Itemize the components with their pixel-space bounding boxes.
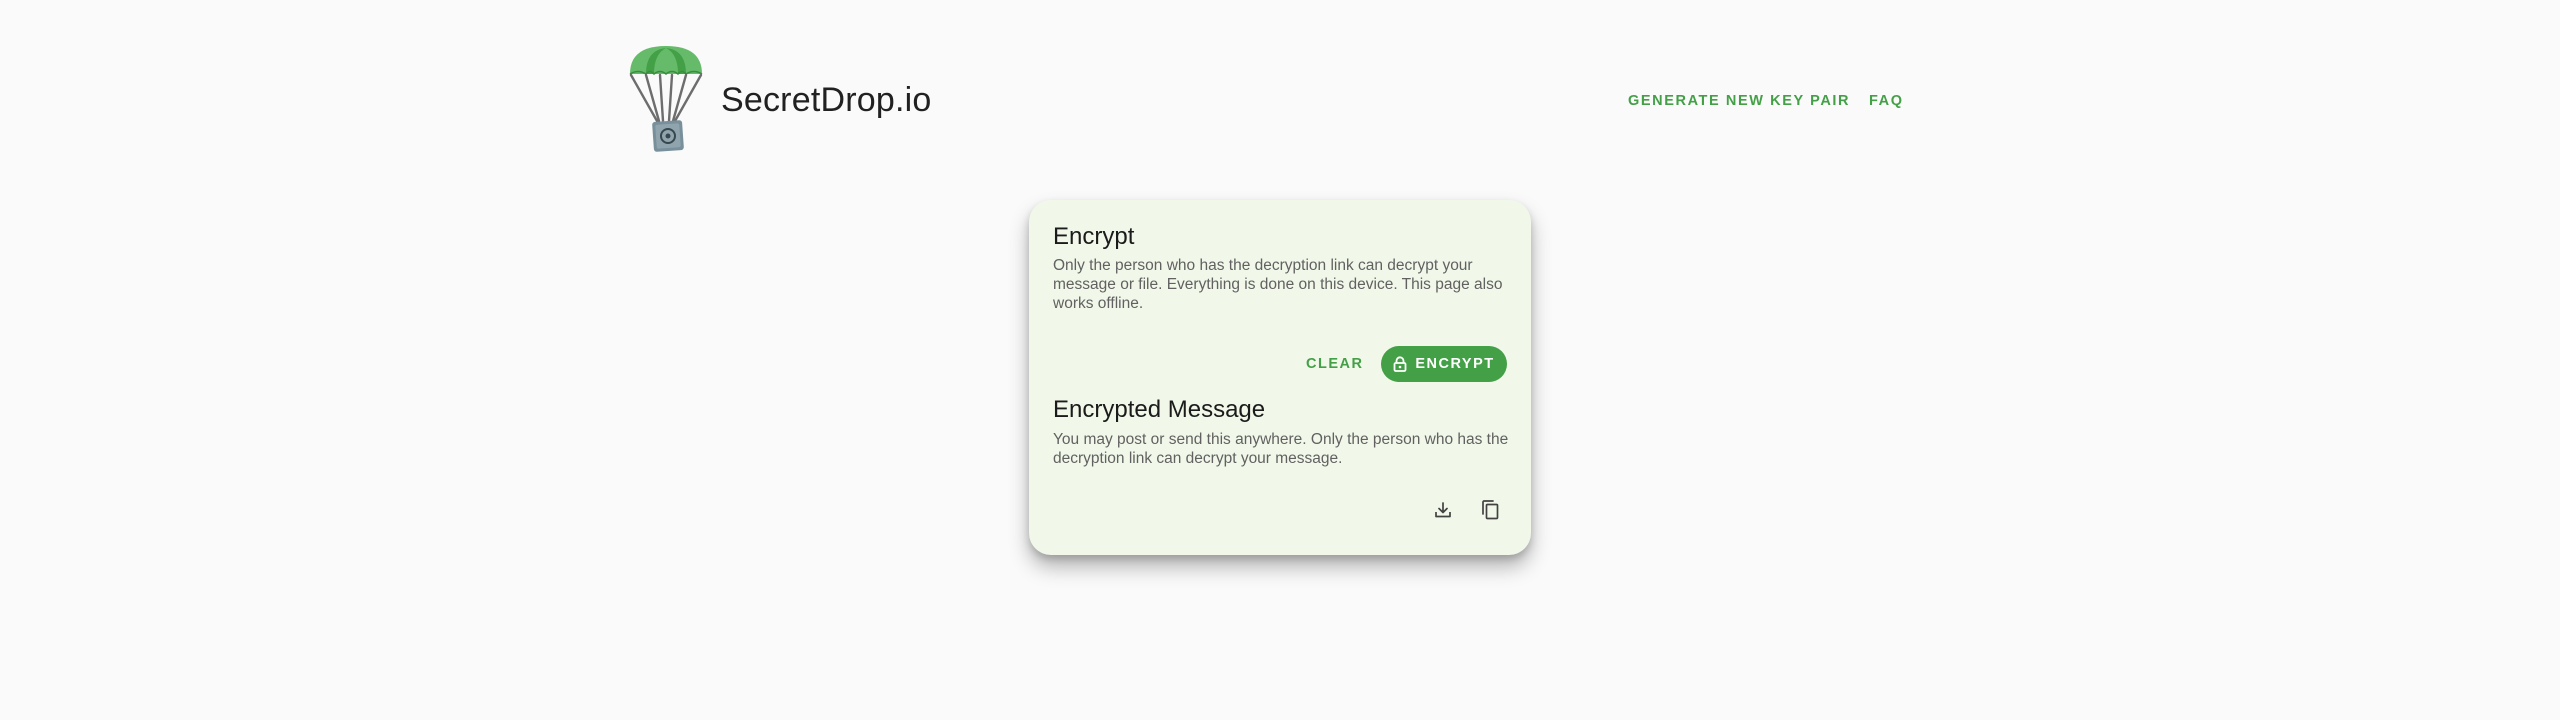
brand-name[interactable]: SecretDrop.io — [721, 76, 931, 124]
download-button[interactable] — [1426, 493, 1460, 527]
faq-button[interactable]: FAQ — [1861, 85, 1912, 117]
encrypt-button[interactable]: ENCRYPT — [1381, 346, 1507, 382]
parachute-logo-icon — [629, 46, 703, 152]
download-icon — [1435, 502, 1451, 518]
generate-key-pair-button[interactable]: GENERATE NEW KEY PAIR — [1620, 85, 1858, 117]
copy-button[interactable] — [1473, 493, 1507, 527]
encrypt-button-label: ENCRYPT — [1415, 356, 1495, 372]
encrypt-description: Only the person who has the decryption l… — [1053, 257, 1503, 312]
clear-button[interactable]: CLEAR — [1298, 347, 1371, 381]
page: SecretDrop.io GENERATE NEW KEY PAIR FAQ … — [0, 0, 2560, 720]
encrypted-message-description: You may post or send this anywhere. Only… — [1053, 431, 1509, 467]
encrypt-title: Encrypt — [1053, 223, 1135, 250]
lock-icon — [1393, 356, 1407, 372]
encrypt-card: Encrypt Only the person who has the decr… — [1029, 200, 1531, 555]
encrypted-message-title: Encrypted Message — [1053, 396, 1266, 423]
copy-icon — [1482, 500, 1499, 520]
